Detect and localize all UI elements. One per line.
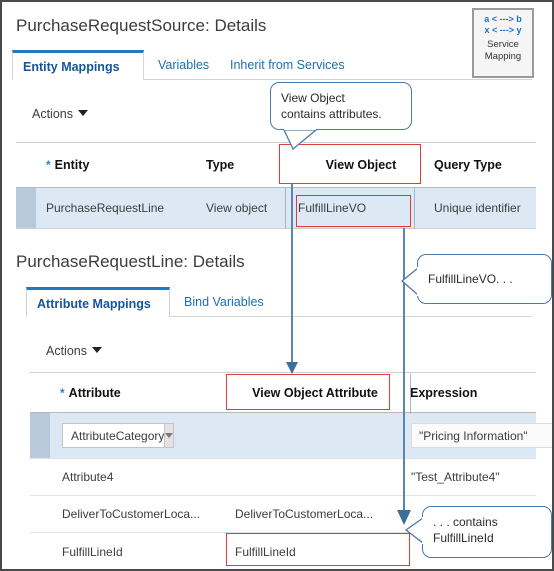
attribute-table-header-row: * Attribute View Object Attribute Expres… [30, 373, 536, 413]
callout-view-object-contains-attributes: View Object contains attributes. [270, 82, 412, 130]
cell-view-object-attribute[interactable]: DeliverToCustomerLoca... [235, 496, 405, 532]
table-row[interactable]: PurchaseRequestLine View object FulfillL… [16, 188, 536, 228]
dropdown-toggle[interactable] [164, 424, 174, 447]
service-mapping-line-xy: x < ---> y [484, 25, 522, 35]
cell-attribute[interactable]: FulfillLineId [62, 533, 232, 569]
line-actions-menu[interactable]: Actions [46, 344, 102, 358]
column-header-view-object-attribute[interactable]: View Object Attribute [230, 373, 400, 412]
table-row[interactable]: Attribute4 "Test_Attribute4" [30, 458, 536, 495]
row-select-handle[interactable] [16, 188, 36, 228]
callout-contains-fulfill-line-id: . . . contains FulfillLineId [422, 506, 552, 558]
cell-attribute[interactable]: Attribute4 [62, 459, 232, 495]
cell-attribute[interactable]: DeliverToCustomerLoca... [62, 496, 232, 532]
column-separator [285, 187, 286, 229]
cell-query-type[interactable]: Unique identifier [434, 188, 544, 228]
tab-entity-mappings[interactable]: Entity Mappings [12, 50, 144, 80]
line-actions-label: Actions [46, 344, 87, 358]
source-panel-title: PurchaseRequestSource: Details [16, 16, 267, 35]
required-indicator: * [46, 158, 51, 172]
cell-view-object-attribute[interactable] [235, 459, 400, 495]
cell-view-object[interactable]: FulfillLineVO [298, 188, 428, 228]
table-row[interactable]: AttributeCategory "Pricing Information" [30, 413, 552, 458]
row-select-handle[interactable] [30, 413, 50, 458]
cell-expression[interactable]: "Test_Attribute4" [411, 459, 552, 495]
cell-view-object-attribute[interactable]: FulfillLineId [235, 533, 405, 569]
source-actions-label: Actions [32, 107, 73, 121]
tab-inherit-from-services[interactable]: Inherit from Services [220, 50, 355, 80]
attribute-category-dropdown[interactable]: AttributeCategory [62, 423, 174, 448]
cell-type[interactable]: View object [206, 188, 288, 228]
column-header-query-type[interactable]: Query Type [434, 143, 544, 187]
expression-field-pricing-information[interactable]: "Pricing Information" [411, 423, 552, 448]
entity-table-header-row: * Entity Type View Object Query Type [16, 143, 536, 188]
cell-view-object-attribute[interactable] [235, 413, 400, 458]
callout-fulfill-line-vo: FulfillLineVO. . . [417, 254, 552, 304]
column-header-attribute[interactable]: * Attribute [60, 373, 230, 412]
attribute-category-value: AttributeCategory [71, 428, 165, 443]
chevron-down-icon [92, 347, 102, 353]
column-separator [410, 374, 411, 414]
chevron-down-icon [78, 110, 88, 116]
column-separator [414, 187, 415, 229]
column-header-type[interactable]: Type [206, 143, 286, 187]
source-actions-menu[interactable]: Actions [32, 107, 88, 121]
chevron-down-icon [165, 433, 174, 438]
source-panel-tabstrip: Entity Mappings Variables Inherit from S… [12, 50, 532, 80]
tab-attribute-mappings[interactable]: Attribute Mappings [26, 287, 170, 317]
cell-entity[interactable]: PurchaseRequestLine [46, 188, 196, 228]
column-header-entity[interactable]: * Entity [46, 143, 191, 187]
tab-bind-variables[interactable]: Bind Variables [174, 287, 274, 317]
column-header-view-object[interactable]: View Object [291, 143, 431, 187]
tab-variables[interactable]: Variables [148, 50, 219, 80]
service-mapping-line-ab: a < ---> b [484, 14, 522, 24]
column-header-expression[interactable]: Expression [410, 373, 530, 412]
line-panel-title: PurchaseRequestLine: Details [16, 252, 245, 271]
required-indicator: * [60, 385, 65, 400]
screenshot-root: PurchaseRequestSource: Details a < ---> … [0, 0, 554, 571]
entity-mappings-table: * Entity Type View Object Query Type Pur… [16, 142, 536, 229]
